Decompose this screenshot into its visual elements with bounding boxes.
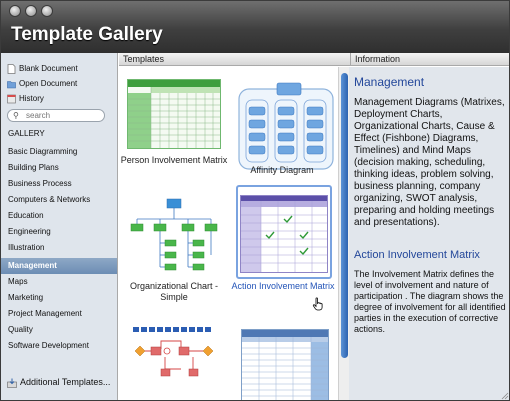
template-thumb-process-flow[interactable]: [131, 327, 221, 401]
sidebar-item-blank-document[interactable]: Blank Document: [1, 61, 117, 77]
search-icon: ⚲: [13, 111, 19, 120]
templates-gallery: Person Involvement Matrix Affinity Diagr…: [119, 67, 335, 401]
minimize-window-button[interactable]: [25, 5, 37, 17]
blank-document-icon: [7, 64, 16, 74]
sidebar-item-label: Blank Document: [19, 64, 78, 73]
template-thumb-person-involvement-matrix[interactable]: [127, 79, 221, 149]
sidebar-item-maps[interactable]: Maps: [1, 274, 117, 290]
info-title: Management: [354, 75, 425, 89]
window-title: Template Gallery: [11, 24, 163, 45]
template-thumb-blue-table[interactable]: [241, 329, 329, 401]
sidebar-item-quality[interactable]: Quality: [1, 322, 117, 338]
search-field[interactable]: ⚲: [7, 109, 105, 122]
sidebar-item-computers-networks[interactable]: Computers & Networks: [1, 192, 117, 208]
sidebar-item-illustration[interactable]: Illustration: [1, 240, 117, 256]
sidebar-item-history[interactable]: History: [1, 91, 117, 107]
additional-templates-button[interactable]: Additional Templates...: [20, 377, 110, 387]
info-item-description: The Involvement Matrix defines the level…: [354, 269, 506, 334]
gallery-heading: GALLERY: [8, 129, 45, 138]
template-label[interactable]: Affinity Diagram: [227, 165, 335, 176]
template-thumb-action-involvement-matrix[interactable]: [240, 195, 328, 273]
open-folder-icon: [7, 81, 16, 89]
template-thumb-organizational-chart[interactable]: [129, 197, 219, 275]
templates-header: Templates: [119, 53, 350, 66]
sidebar-item-software-development[interactable]: Software Development: [1, 338, 117, 354]
history-icon: [7, 94, 16, 104]
sidebar-item-open-document[interactable]: Open Document: [1, 76, 117, 92]
sidebar-item-marketing[interactable]: Marketing: [1, 290, 117, 306]
sidebar-item-engineering[interactable]: Engineering: [1, 224, 117, 240]
download-icon: [7, 378, 17, 388]
template-label[interactable]: Organizational Chart - Simple: [119, 281, 229, 303]
sidebar-item-label: Open Document: [19, 79, 78, 88]
hand-cursor-icon: [312, 297, 323, 311]
sidebar-item-management[interactable]: Management: [1, 258, 117, 274]
template-gallery-window: Template Gallery Blank Document Open Doc…: [0, 0, 510, 401]
information-header: Information: [350, 53, 509, 66]
title-bar: Template Gallery: [1, 1, 509, 53]
information-panel: Management Management Diagrams (Matrixes…: [349, 67, 509, 400]
search-input[interactable]: [26, 110, 100, 121]
template-thumb-affinity-diagram[interactable]: [237, 79, 335, 171]
close-window-button[interactable]: [9, 5, 21, 17]
sidebar-item-project-management[interactable]: Project Management: [1, 306, 117, 322]
template-label[interactable]: Person Involvement Matrix: [119, 155, 229, 166]
sidebar-item-basic-diagramming[interactable]: Basic Diagramming: [1, 144, 117, 160]
sidebar-item-label: History: [19, 94, 44, 103]
sidebar-item-education[interactable]: Education: [1, 208, 117, 224]
sidebar-item-building-plans[interactable]: Building Plans: [1, 160, 117, 176]
info-description: Management Diagrams (Matrixes, Deploymen…: [354, 97, 505, 228]
info-item-title: Action Involvement Matrix: [354, 249, 480, 261]
sidebar-item-business-process[interactable]: Business Process: [1, 176, 117, 192]
template-label[interactable]: Action Involvement Matrix: [228, 281, 335, 292]
scrollbar-thumb[interactable]: [341, 73, 348, 358]
zoom-window-button[interactable]: [41, 5, 53, 17]
sidebar: Blank Document Open Document History ⚲ G…: [1, 53, 118, 400]
resize-grip-icon[interactable]: [499, 390, 509, 400]
